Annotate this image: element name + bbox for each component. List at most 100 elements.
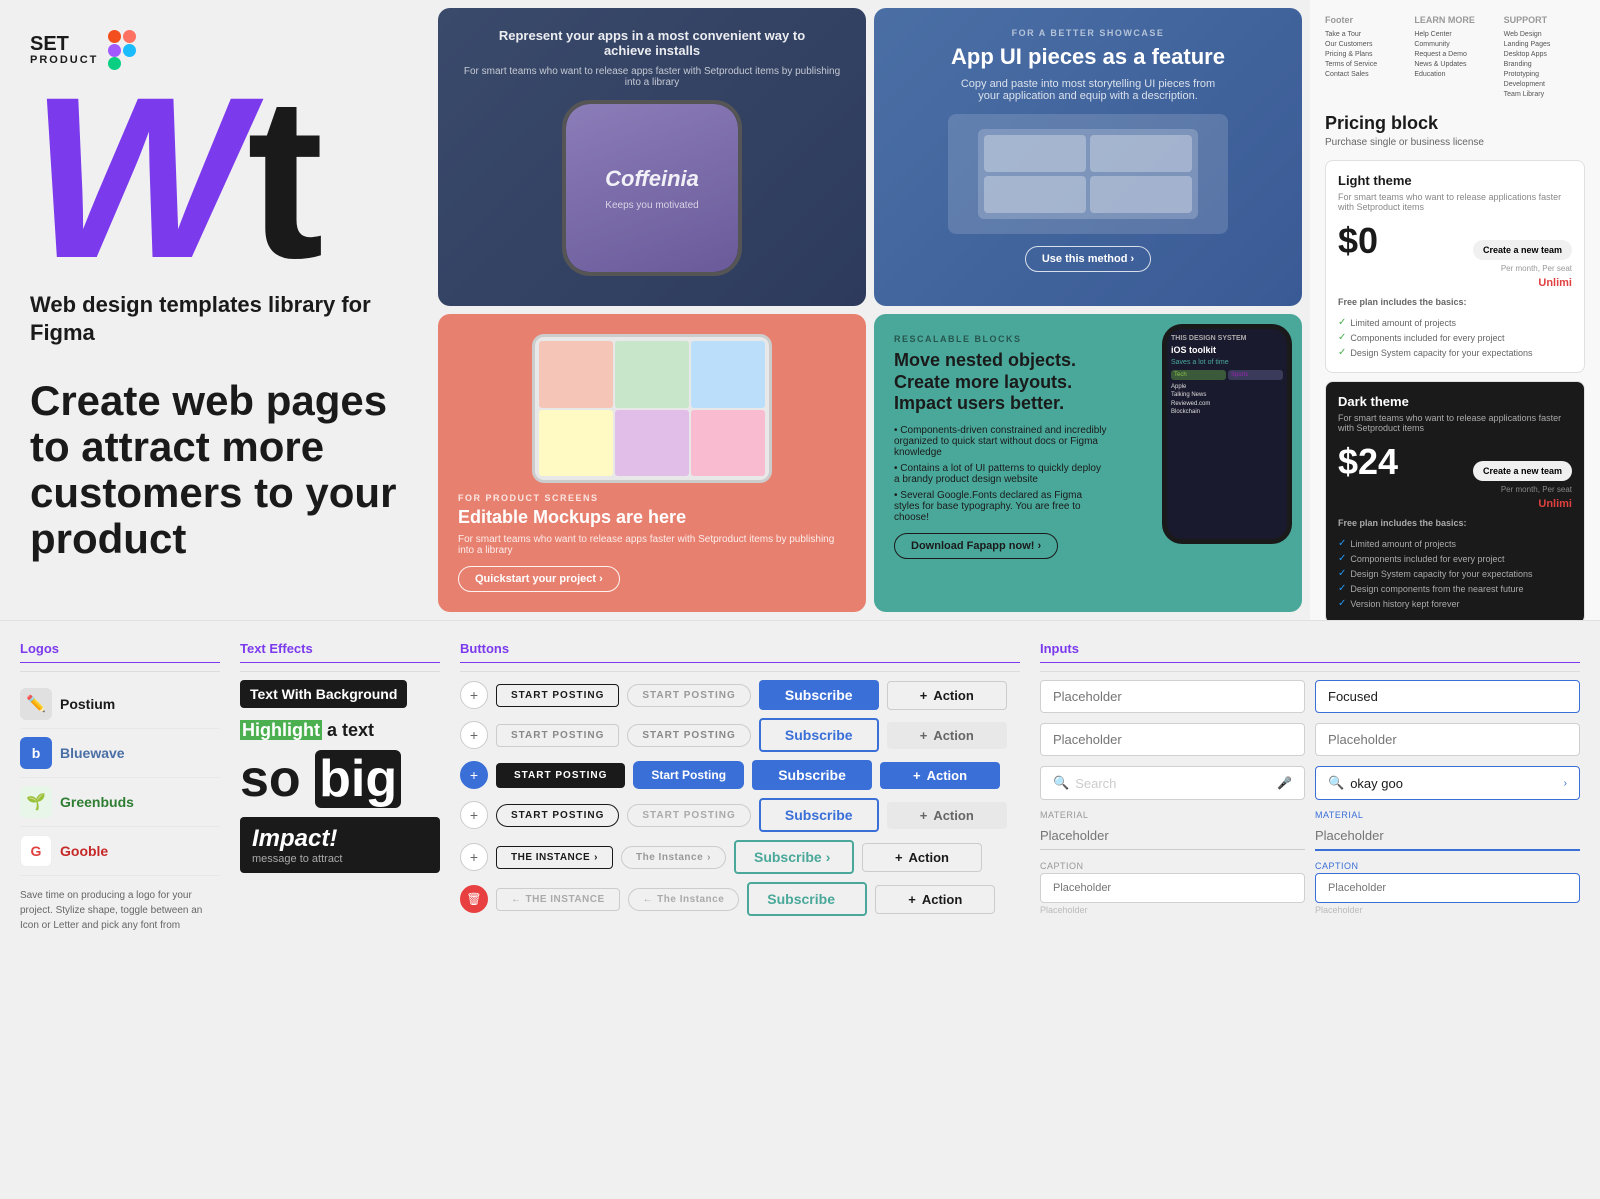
- trash-circle-6[interactable]: 🗑: [460, 885, 488, 913]
- bluewave-icon: b: [20, 737, 52, 769]
- input-caption-1[interactable]: [1040, 873, 1305, 903]
- action-gray-4[interactable]: + Action: [887, 802, 1007, 829]
- card1-title: Represent your apps in a most convenient…: [458, 28, 846, 58]
- instance-arrow-left-6: ←: [511, 894, 522, 905]
- promo-card-mockups: FOR PRODUCT SCREENS Editable Mockups are…: [438, 314, 866, 612]
- start-posting-blue-3[interactable]: Start Posting: [633, 761, 744, 789]
- instance-gray-6[interactable]: ← THE INSTANCE: [496, 888, 620, 911]
- card3-label: FOR PRODUCT SCREENS: [458, 493, 599, 503]
- start-posting-round-4[interactable]: START POSTING: [496, 804, 619, 827]
- tablet-mockup: [532, 334, 772, 483]
- input-placeholder-2[interactable]: [1040, 723, 1305, 756]
- input-placeholder-3[interactable]: [1315, 723, 1580, 756]
- te-highlight-item: Highlight a text: [240, 720, 440, 741]
- card4-title: Move nested objects. Create more layouts…: [894, 350, 1107, 415]
- logos-label: Logos: [20, 641, 220, 663]
- caption-label-2: Caption: [1315, 861, 1580, 871]
- card2-label: FOR A BETTER SHOWCASE: [1012, 28, 1165, 38]
- start-posting-dark-3[interactable]: START POSTING: [496, 763, 625, 788]
- create-team-dark-button[interactable]: Create a new team: [1473, 461, 1572, 481]
- action-blue-3[interactable]: + Action: [880, 762, 1000, 789]
- postium-icon: ✏️: [20, 688, 52, 720]
- instance-arrow-left-light-6: ←: [643, 894, 654, 905]
- button-row-6: 🗑 ← THE INSTANCE ← The Instance Subscrib…: [460, 882, 1020, 916]
- card2-cta[interactable]: Use this method ›: [1025, 246, 1151, 272]
- inputs-section: Inputs 🔍 Search 🎤 🔍 okay goo › MATER: [1040, 641, 1580, 1179]
- pricing-light-card: Light theme For smart teams who want to …: [1325, 160, 1585, 373]
- pricing-dark-plan: Free plan includes the basics:: [1338, 518, 1572, 528]
- input-focused-1[interactable]: [1315, 680, 1580, 713]
- action-plus-icon-2: +: [920, 728, 928, 743]
- create-team-light-button[interactable]: Create a new team: [1473, 240, 1572, 260]
- card2-title: App UI pieces as a feature: [951, 44, 1225, 70]
- greenbuds-name: Greenbuds: [60, 794, 134, 810]
- plus-circle-1[interactable]: +: [460, 681, 488, 709]
- caption-text-1: Placeholder: [1040, 905, 1305, 915]
- plus-circle-blue-3[interactable]: +: [460, 761, 488, 789]
- input-search-active[interactable]: 🔍 okay goo ›: [1315, 766, 1580, 800]
- action-outline-5[interactable]: + Action: [862, 843, 982, 872]
- buttons-section: Buttons + START POSTING Start Posting Su…: [460, 641, 1020, 1179]
- start-posting-outline-1[interactable]: START POSTING: [496, 684, 619, 707]
- app-name: Coffeinia: [605, 166, 699, 192]
- subscribe-outline-2[interactable]: Subscribe: [759, 718, 879, 752]
- postium-name: Postium: [60, 696, 115, 712]
- subscribe-outline-4[interactable]: Subscribe: [759, 798, 879, 832]
- ios-mockup: THIS DESIGN SYSTEM iOS toolkit Saves a l…: [1162, 324, 1292, 544]
- bottom-section: Logos ✏️ Postium b Bluewave 🌱 Greenbuds …: [0, 620, 1600, 1199]
- pricing-dark-price: $24: [1338, 441, 1398, 483]
- start-posting-gray-round-4[interactable]: Start Posting: [627, 804, 750, 827]
- card3-title: Editable Mockups are here: [458, 507, 686, 528]
- instance-light-6[interactable]: ← The Instance: [628, 888, 740, 911]
- action-gray-2[interactable]: + Action: [887, 722, 1007, 749]
- card1-desc: For smart teams who want to release apps…: [458, 66, 846, 88]
- subscribe-blue-1[interactable]: Subscribe: [759, 680, 879, 710]
- subscribe-teal-6[interactable]: Subscribe: [747, 882, 867, 916]
- gooble-icon: G: [20, 835, 52, 867]
- card4-bullet3: • Several Google.Fonts declared as Figma…: [894, 490, 1107, 523]
- input-material-1[interactable]: [1040, 822, 1305, 850]
- instance-arrow-5: ›: [594, 852, 598, 863]
- logo-greenbuds: 🌱 Greenbuds: [20, 778, 220, 827]
- search-icon: 🔍: [1053, 775, 1069, 791]
- promo-card-feature: FOR A BETTER SHOWCASE App UI pieces as a…: [874, 8, 1302, 306]
- subscribe-teal-5[interactable]: Subscribe ›: [734, 840, 854, 874]
- search-chevron-icon: ›: [1564, 778, 1567, 789]
- caption-label-1: Caption: [1040, 861, 1305, 871]
- footer-col1-header: Footer: [1325, 15, 1406, 25]
- pricing-light-plan: Free plan includes the basics:: [1338, 297, 1572, 307]
- button-row-3: + START POSTING Start Posting Subscribe …: [460, 760, 1020, 790]
- input-caption-2[interactable]: [1315, 873, 1580, 903]
- logos-description: Save time on producing a logo for your p…: [20, 888, 220, 933]
- brand-wt: Wt: [30, 80, 400, 276]
- subscribe-blue-3[interactable]: Subscribe: [752, 760, 872, 790]
- input-material-2[interactable]: [1315, 822, 1580, 851]
- pricing-light-title: Light theme: [1338, 173, 1572, 188]
- input-search-default[interactable]: 🔍 Search 🎤: [1040, 766, 1305, 800]
- button-row-5: + THE INSTANCE › The Instance › Subscrib…: [460, 840, 1020, 874]
- instance-outline-5[interactable]: THE INSTANCE ›: [496, 846, 613, 869]
- card3-cta[interactable]: Quickstart your project ›: [458, 566, 620, 592]
- action-outline-1[interactable]: + Action: [887, 681, 1007, 710]
- instance-arrow-light-5: ›: [707, 852, 711, 863]
- card4-cta[interactable]: Download Fapapp now! ›: [894, 533, 1058, 559]
- pricing-light-features: ✓Limited amount of projects ✓Components …: [1338, 315, 1572, 360]
- pricing-dark-period: Per month, Per seat: [1501, 485, 1572, 494]
- instance-light-5[interactable]: The Instance ›: [621, 846, 726, 869]
- plus-circle-2[interactable]: +: [460, 721, 488, 749]
- start-posting-light-2[interactable]: Start Posting: [627, 724, 750, 747]
- card3-desc: For smart teams who want to release apps…: [458, 534, 846, 556]
- start-posting-light-1[interactable]: Start Posting: [627, 684, 750, 707]
- text-effects-section: Text Effects Text With Background Highli…: [240, 641, 440, 1179]
- te-bg-black-item: Text With Background: [240, 680, 440, 708]
- action-outline-6[interactable]: + Action: [875, 885, 995, 914]
- plus-circle-5[interactable]: +: [460, 843, 488, 871]
- search-placeholder: Search: [1075, 776, 1116, 791]
- app-subtitle: Keeps you motivated: [605, 200, 698, 211]
- start-posting-outline-2[interactable]: START POSTING: [496, 724, 619, 747]
- input-placeholder-1[interactable]: [1040, 680, 1305, 713]
- plus-circle-4[interactable]: +: [460, 801, 488, 829]
- greenbuds-icon: 🌱: [20, 786, 52, 818]
- logo-gooble: G Gooble: [20, 827, 220, 876]
- inputs-grid: 🔍 Search 🎤 🔍 okay goo › MATERIAL MATERIA…: [1040, 680, 1580, 915]
